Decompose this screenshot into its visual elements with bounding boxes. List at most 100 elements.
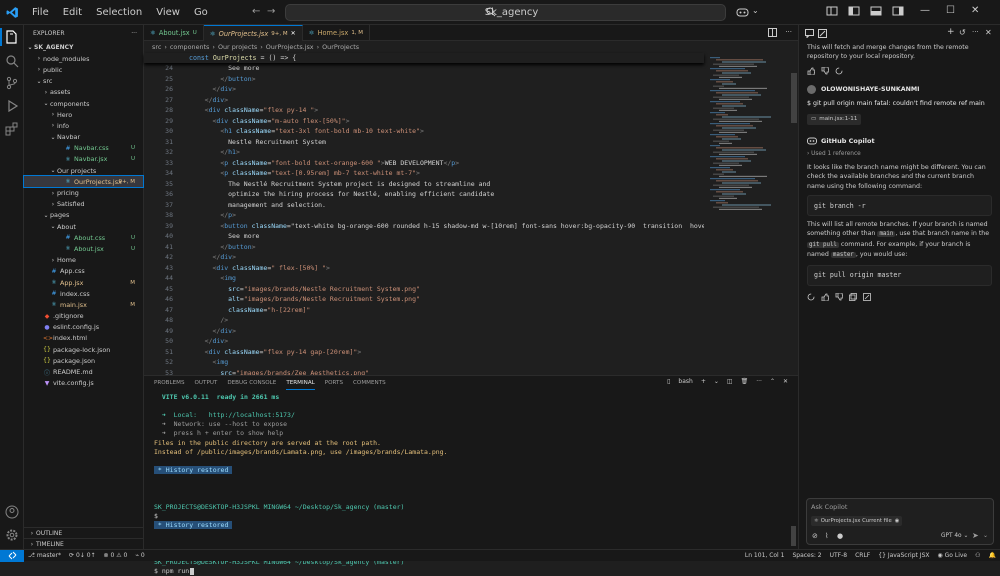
explorer-icon[interactable] bbox=[4, 29, 20, 45]
thumbs-up-icon[interactable] bbox=[807, 67, 816, 76]
folder-item[interactable]: › assets bbox=[24, 87, 143, 98]
branch-indicator[interactable]: ⎇ master* bbox=[24, 552, 65, 559]
folder-item[interactable]: › public bbox=[24, 64, 143, 75]
file-item[interactable]: ● eslint.config.js bbox=[24, 322, 143, 333]
breadcrumb-item[interactable]: OurProjects.jsx bbox=[266, 43, 314, 51]
retry-icon[interactable] bbox=[807, 293, 815, 301]
folder-item[interactable]: › pricing bbox=[24, 187, 143, 198]
file-item[interactable]: {} package-lock.json bbox=[24, 344, 143, 355]
sync-indicator[interactable]: ⟳ 0↓ 0↑ bbox=[65, 552, 100, 559]
maximize-icon[interactable]: ☐ bbox=[946, 5, 955, 16]
send-dropdown-icon[interactable]: ⌄ bbox=[983, 532, 988, 539]
attach-icon[interactable]: ⊘ bbox=[812, 532, 818, 540]
folder-item[interactable]: ⌄ Our projects bbox=[24, 165, 143, 176]
kill-terminal-icon[interactable]: 🗑 bbox=[741, 378, 749, 385]
workspace-root[interactable]: ⌄ SK_AGENCY bbox=[24, 42, 143, 53]
panel-tab-output[interactable]: OUTPUT bbox=[195, 376, 218, 390]
microphone-icon[interactable]: ● bbox=[837, 532, 843, 540]
folder-item[interactable]: › Home bbox=[24, 255, 143, 266]
back-arrow-icon[interactable]: ← bbox=[252, 6, 260, 17]
reference-chip[interactable]: ▭ main.jsx:1-11 bbox=[807, 113, 862, 125]
minimize-icon[interactable]: — bbox=[920, 5, 930, 16]
insert-icon[interactable] bbox=[863, 292, 871, 301]
thumbs-up-icon[interactable] bbox=[821, 293, 830, 302]
breadcrumb-item[interactable]: components bbox=[170, 43, 209, 51]
file-item[interactable]: ◆ .gitignore bbox=[24, 311, 143, 322]
forward-arrow-icon[interactable]: → bbox=[267, 6, 275, 17]
history-icon[interactable]: ↺ bbox=[959, 28, 966, 37]
account-icon[interactable] bbox=[4, 504, 20, 520]
folder-item[interactable]: › Satisfied bbox=[24, 199, 143, 210]
more-actions-icon[interactable]: ··· bbox=[756, 378, 762, 385]
menu-view[interactable]: View bbox=[149, 7, 187, 18]
go-live-button[interactable]: ◉ Go Live bbox=[933, 552, 971, 559]
file-item[interactable]: # index.css bbox=[24, 288, 143, 299]
menu-selection[interactable]: Selection bbox=[89, 7, 149, 18]
copy-icon[interactable] bbox=[849, 292, 857, 301]
remote-indicator-icon[interactable] bbox=[0, 549, 24, 562]
line-ending[interactable]: CRLF bbox=[851, 552, 874, 559]
code-editor[interactable]: 24 See more 25 </button> 26 </div> 27 </div… bbox=[144, 63, 704, 375]
current-file-chip[interactable]: ⚛ OurProjects.jsx Current file ◉ bbox=[811, 516, 903, 526]
file-item[interactable]: ⚛ OurProjects.jsx 9+, M bbox=[23, 175, 144, 189]
command-center-search[interactable]: Sk_agency bbox=[285, 4, 726, 21]
folder-item[interactable]: › info bbox=[24, 120, 143, 131]
file-item[interactable]: # About.css U bbox=[24, 232, 143, 243]
problems-indicator[interactable]: ⊗ 0 ⚠ 0 bbox=[100, 552, 132, 559]
copilot-dropdown-icon[interactable]: ⌄ bbox=[752, 6, 759, 15]
copilot-icon[interactable] bbox=[736, 6, 749, 20]
copilot-status-icon[interactable]: ⚇ bbox=[971, 552, 984, 559]
terminal[interactable]: VITE v6.0.11 ready in 2661 ms ➜ Local: h… bbox=[144, 390, 798, 576]
ports-indicator[interactable]: ⌁ 0 bbox=[131, 552, 148, 559]
add-terminal-icon[interactable]: + bbox=[701, 378, 706, 385]
notifications-bell-icon[interactable]: 🔔 bbox=[985, 552, 1000, 559]
encoding[interactable]: UTF-8 bbox=[826, 552, 852, 559]
paperclip-icon[interactable]: ⌇ bbox=[825, 532, 828, 540]
send-icon[interactable]: ➤ bbox=[972, 531, 979, 540]
file-item[interactable]: ⓘ README.md bbox=[24, 366, 143, 377]
cursor-position[interactable]: Ln 101, Col 1 bbox=[741, 552, 789, 559]
chat-icon[interactable] bbox=[805, 29, 814, 40]
close-window-icon[interactable]: ✕ bbox=[971, 5, 979, 16]
extensions-icon[interactable] bbox=[4, 121, 20, 137]
search-icon[interactable] bbox=[4, 53, 20, 69]
close-chat-icon[interactable]: ✕ bbox=[985, 28, 992, 37]
menu-file[interactable]: File bbox=[25, 7, 56, 18]
terminal-scrollbar[interactable] bbox=[791, 526, 796, 546]
timeline-section[interactable]: › TIMELINE bbox=[24, 538, 144, 549]
run-debug-icon[interactable] bbox=[4, 98, 20, 114]
editor-tab[interactable]: ⚛ OurProjects.jsx 9+, M ✕ bbox=[203, 25, 303, 41]
new-chat-icon[interactable]: + bbox=[947, 27, 955, 37]
breadcrumb-item[interactable]: src bbox=[152, 43, 161, 51]
terminal-shell-label[interactable]: bash bbox=[678, 378, 692, 385]
toggle-panel-icon[interactable] bbox=[870, 5, 883, 18]
folder-item[interactable]: ⌄ About bbox=[24, 221, 143, 232]
source-control-icon[interactable] bbox=[4, 75, 20, 91]
file-item[interactable]: ⚛ About.jsx U bbox=[24, 243, 143, 254]
more-actions-icon[interactable]: ··· bbox=[785, 28, 792, 39]
used-reference-toggle[interactable]: › Used 1 reference bbox=[799, 149, 1000, 163]
editor-tab[interactable]: ⚛ About.jsx U bbox=[144, 25, 204, 41]
panel-tab-comments[interactable]: COMMENTS bbox=[353, 376, 386, 390]
close-panel-icon[interactable]: ✕ bbox=[783, 378, 788, 385]
split-terminal-icon[interactable]: ◫ bbox=[727, 378, 733, 385]
folder-item[interactable]: ⌄ src bbox=[24, 76, 143, 87]
vscode-logo-icon[interactable] bbox=[0, 0, 25, 25]
file-item[interactable]: ▼ vite.config.js bbox=[24, 378, 143, 389]
outline-section[interactable]: › OUTLINE bbox=[24, 527, 144, 538]
maximize-panel-icon[interactable]: ⌃ bbox=[770, 378, 775, 385]
retry-icon[interactable] bbox=[835, 67, 843, 75]
model-selector[interactable]: GPT 4o ⌄ bbox=[941, 533, 968, 539]
folder-item[interactable]: ⌄ components bbox=[24, 98, 143, 109]
file-item[interactable]: {} package.json bbox=[24, 355, 143, 366]
folder-item[interactable]: ⌄ Navbar bbox=[24, 132, 143, 143]
edit-icon[interactable] bbox=[818, 29, 827, 40]
chat-input-box[interactable]: Ask Copilot ⚛ OurProjects.jsx Current fil… bbox=[806, 498, 994, 545]
panel-tab-debug-console[interactable]: DEBUG CONSOLE bbox=[227, 376, 276, 390]
eye-icon[interactable]: ◉ bbox=[895, 518, 900, 524]
breadcrumb-item[interactable]: OurProjects bbox=[322, 43, 359, 51]
thumbs-down-icon[interactable] bbox=[835, 292, 844, 301]
folder-item[interactable]: ⌄ pages bbox=[24, 210, 143, 221]
file-item[interactable]: ⚛ Navbar.jsx U bbox=[24, 154, 143, 165]
editor-scrollbar[interactable] bbox=[790, 53, 798, 375]
